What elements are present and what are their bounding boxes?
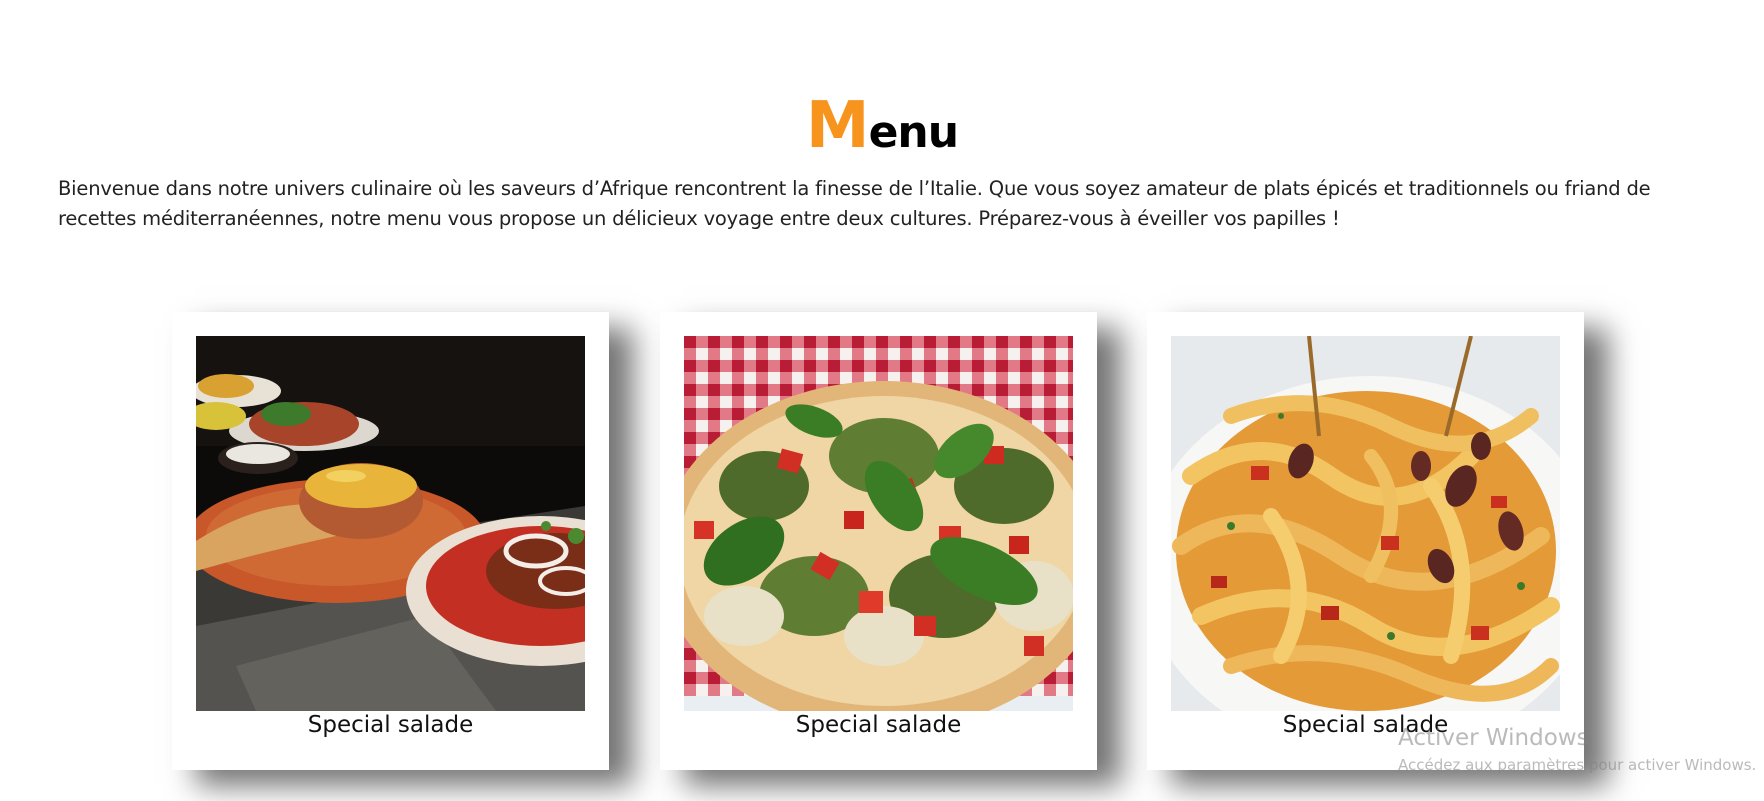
windows-activation-watermark: Activer Windows Accédez aux paramètres p… xyxy=(1398,724,1756,778)
dish-photo-pizza xyxy=(684,336,1073,711)
menu-card-african-platter[interactable] xyxy=(172,312,609,770)
menu-card-pizza[interactable] xyxy=(660,312,1097,770)
menu-title: Menu xyxy=(0,94,1764,163)
menu-intro-text: Bienvenue dans notre univers culinaire o… xyxy=(58,177,1651,230)
watermark-title: Activer Windows xyxy=(1398,725,1589,751)
dish-photo-african-platter xyxy=(196,336,585,711)
card-caption-1: Special salade xyxy=(307,712,474,738)
menu-page: Menu Bienvenue dans notre univers culina… xyxy=(0,0,1764,801)
dish-photo-pasta xyxy=(1171,336,1560,711)
card-caption-2: Special salade xyxy=(795,712,962,738)
menu-title-first-letter: M xyxy=(805,89,870,163)
menu-card-pasta[interactable] xyxy=(1147,312,1584,770)
watermark-subtitle: Accédez aux paramètres pour activer Wind… xyxy=(1398,756,1757,774)
menu-title-rest: enu xyxy=(868,107,959,158)
